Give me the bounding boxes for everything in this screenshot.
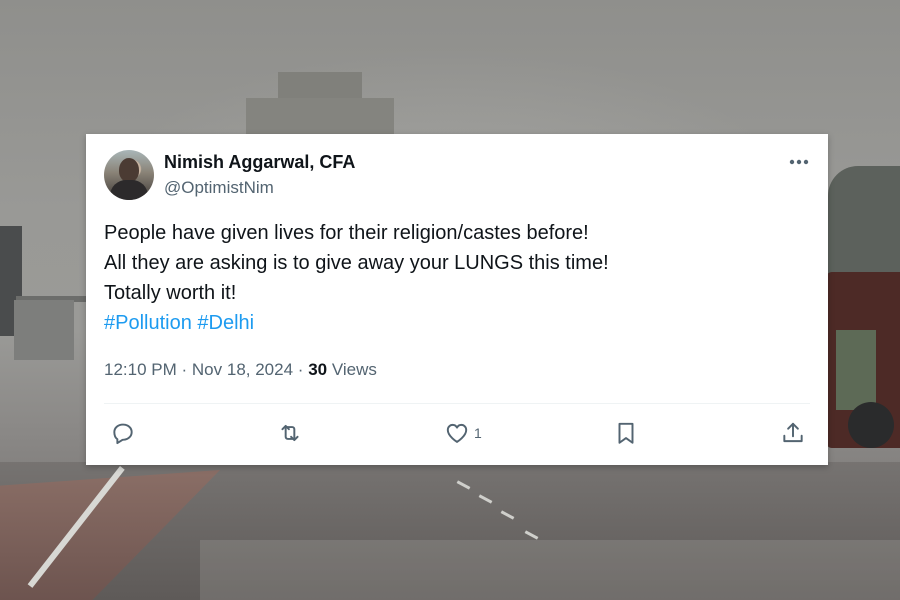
tweet-time[interactable]: 12:10 PM — [104, 360, 177, 379]
like-count: 1 — [474, 425, 482, 441]
more-dots-icon — [789, 159, 809, 165]
share-button[interactable] — [780, 418, 806, 448]
retweet-button[interactable] — [276, 418, 304, 448]
tweet-date[interactable]: Nov 18, 2024 — [192, 360, 293, 379]
tweet-text-line: Totally worth it! — [104, 282, 237, 304]
more-options-button[interactable] — [786, 152, 812, 172]
bookmark-icon — [618, 422, 634, 444]
like-button[interactable]: 1 — [444, 418, 482, 448]
wet-road-reflection — [200, 540, 900, 600]
truck-cab — [836, 330, 876, 410]
heart-icon — [446, 423, 468, 443]
avatar-body — [110, 180, 148, 200]
author-name[interactable]: Nimish Aggarwal, CFA — [164, 152, 355, 173]
views-label: Views — [331, 360, 377, 379]
hashtags: #Pollution #Delhi — [104, 308, 804, 338]
tweet-text-line: People have given lives for their religi… — [104, 222, 589, 244]
divider — [104, 403, 810, 404]
retweet-icon — [281, 424, 299, 442]
meta-separator: · — [297, 360, 304, 379]
tweet-text: People have given lives for their religi… — [104, 218, 804, 338]
reply-icon — [113, 423, 133, 445]
avatar-head — [119, 158, 139, 182]
hashtag-delhi[interactable]: #Delhi — [197, 312, 254, 334]
views-count: 30 — [308, 360, 328, 379]
share-icon — [783, 422, 803, 443]
pavilion — [14, 300, 74, 360]
truck-wheel — [848, 402, 894, 448]
hashtag-pollution[interactable]: #Pollution — [104, 312, 192, 334]
author-handle[interactable]: @OptimistNim — [164, 178, 274, 198]
bookmark-button[interactable] — [613, 418, 639, 448]
reply-button[interactable] — [110, 418, 136, 448]
tweet-meta: 12:10 PM · Nov 18, 2024 · 30 Views — [104, 360, 377, 380]
avatar[interactable] — [104, 150, 154, 200]
tweet-text-line: All they are asking is to give away your… — [104, 252, 609, 274]
meta-separator: · — [181, 360, 188, 379]
tweet-card: Nimish Aggarwal, CFA @OptimistNim People… — [86, 134, 828, 465]
